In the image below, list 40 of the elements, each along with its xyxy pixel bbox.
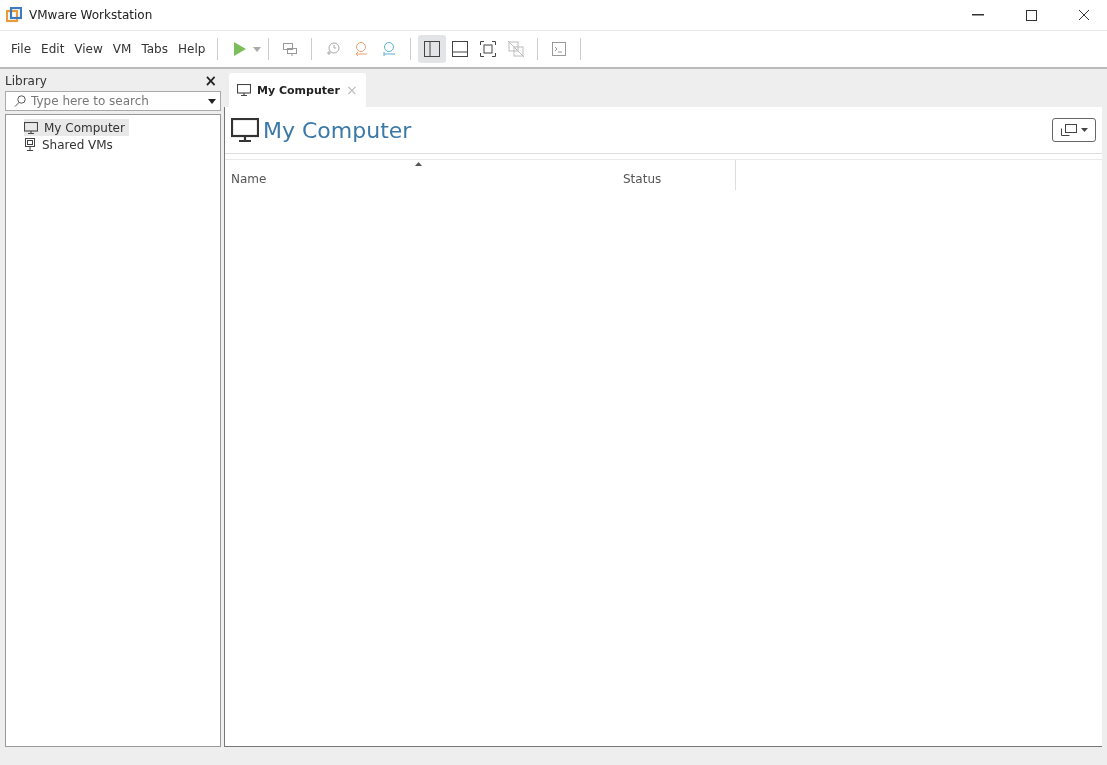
fullscreen-icon xyxy=(479,40,498,58)
clock-wrench-icon xyxy=(381,41,398,57)
menu-item[interactable]: Tabs xyxy=(136,42,173,56)
tree-item[interactable]: Shared VMs xyxy=(24,136,117,153)
library-title: Library xyxy=(5,74,47,88)
computer-arrow-icon xyxy=(282,41,299,57)
monitor-icon xyxy=(231,118,259,142)
play-icon xyxy=(231,41,248,57)
close-icon xyxy=(1078,9,1090,21)
menu-item[interactable]: Edit xyxy=(36,42,70,56)
close-library-button[interactable]: × xyxy=(204,72,217,90)
monitor-icon xyxy=(24,121,38,134)
column-header[interactable]: Status xyxy=(623,172,662,186)
menu-item[interactable]: View xyxy=(69,42,108,56)
page-title: My Computer xyxy=(263,117,413,143)
terminal-icon xyxy=(551,41,568,57)
clock-arrow-icon xyxy=(353,41,370,57)
app-logo-icon xyxy=(6,7,22,23)
view-button[interactable] xyxy=(418,35,447,63)
dropdown-caret-icon[interactable] xyxy=(208,98,216,104)
maximize-icon xyxy=(1025,9,1037,21)
monitor-icon xyxy=(237,84,251,96)
menu-item[interactable]: File xyxy=(6,42,37,56)
unity-disabled-icon xyxy=(507,40,526,58)
tab[interactable]: My Computer × xyxy=(229,73,366,107)
search-icon xyxy=(14,95,26,107)
view-options-button[interactable] xyxy=(1052,118,1096,142)
shared-monitor-icon xyxy=(24,138,36,151)
menu-item[interactable]: Help xyxy=(172,42,211,56)
tree-item[interactable]: My Computer xyxy=(24,119,129,136)
sidebar-layout-icon xyxy=(423,40,442,58)
clock-plus-icon xyxy=(325,41,342,57)
search-field[interactable]: Type here to search xyxy=(5,91,221,111)
bottom-panel-icon xyxy=(451,40,470,58)
window-title: VMware Workstation xyxy=(29,8,154,22)
caret-icon xyxy=(1081,128,1088,132)
windows-icon xyxy=(1060,123,1078,137)
minimize-icon xyxy=(972,14,984,16)
column-header[interactable]: Name xyxy=(231,172,267,186)
menu-item[interactable]: VM xyxy=(107,42,137,56)
